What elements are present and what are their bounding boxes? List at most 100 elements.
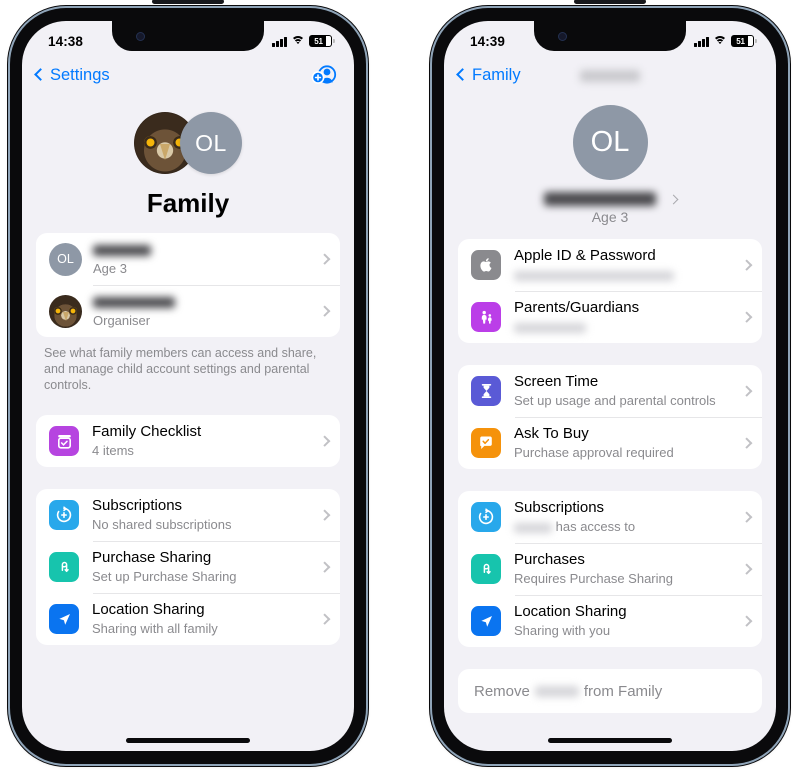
battery-icon: 51 [731,35,757,47]
battery-level: 51 [736,36,745,46]
apple-logo-icon [471,250,501,280]
parents-guardians-icon [471,302,501,332]
page-title: Family [146,188,230,218]
controls-card: Screen Time Set up usage and parental co… [458,365,762,469]
table-row-subscriptions[interactable]: Subscriptions has access to [458,491,762,543]
scroll-content[interactable]: OL Age 3 Apple ID & Password Parents/Gua… [444,95,776,751]
row-title: Ask To Buy [514,425,589,442]
row-text: Organiser [93,292,313,330]
row-subtitle: Purchase approval required [514,445,674,460]
chevron-right-icon [318,613,330,625]
back-button-family[interactable]: Family [456,65,521,85]
row-subtitle: 4 items [92,443,134,458]
table-row-purchases[interactable]: Purchases Requires Purchase Sharing [458,543,762,595]
row-title: Purchases [514,551,585,568]
avatar-initials: OL [180,112,242,174]
member-subtitle: Age 3 [93,261,127,276]
row-title: Parents/Guardians [514,299,640,316]
member-name-redacted [93,292,313,311]
member-name-redacted [543,192,656,206]
footnote-text: See what family members can access and s… [44,346,317,392]
checklist-card: Family Checklist 4 items [36,415,340,467]
back-button-label: Family [472,65,521,84]
nav-title-redacted [580,67,640,84]
chevron-right-icon [318,305,330,317]
cellular-signal-icon [694,36,709,47]
battery-icon: 51 [309,35,335,47]
table-row-member-organiser[interactable]: Organiser [36,285,340,337]
row-text: Purchases Requires Purchase Sharing [514,550,735,588]
chevron-right-icon [668,194,678,204]
home-indicator[interactable] [126,738,250,743]
row-title: Location Sharing [514,603,627,620]
purchase-sharing-icon [471,554,501,584]
location-sharing-icon [49,604,79,634]
row-text: Age 3 [93,240,313,278]
home-indicator[interactable] [548,738,672,743]
row-title: Apple ID & Password [514,247,656,264]
row-text: Purchase Sharing Set up Purchase Sharing [92,548,313,586]
chevron-right-icon [318,253,330,265]
row-title: Screen Time [514,373,599,390]
remove-suffix: from Family [583,682,663,700]
row-title: Subscriptions [514,499,605,516]
row-subtitle-redacted [514,318,735,336]
row-title: Subscriptions [92,497,183,514]
remove-label: Remove from Family [474,682,662,701]
screen-time-icon [471,376,501,406]
row-subtitle: Requires Purchase Sharing [514,571,673,586]
clock: 14:39 [470,33,506,49]
table-row-ask-to-buy[interactable]: Ask To Buy Purchase approval required [458,417,762,469]
clock: 14:38 [48,33,84,49]
table-row-member-child[interactable]: OL Age 3 [36,233,340,285]
row-title: Location Sharing [92,601,205,618]
chevron-right-icon [318,435,330,447]
table-row-location-sharing[interactable]: Location Sharing Sharing with you [458,595,762,647]
back-button-settings[interactable]: Settings [34,65,110,85]
scroll-content[interactable]: OL Family OL Age 3 Organiser See what fa… [22,95,354,751]
wifi-icon [291,35,305,47]
table-row-subscriptions[interactable]: Subscriptions No shared subscriptions [36,489,340,541]
add-person-button[interactable] [311,63,337,87]
cellular-signal-icon [272,36,287,47]
row-text: Ask To Buy Purchase approval required [514,424,735,462]
table-row-location-sharing[interactable]: Location Sharing Sharing with all family [36,593,340,645]
row-subtitle: Set up Purchase Sharing [92,569,237,584]
table-row-family-checklist[interactable]: Family Checklist 4 items [36,415,340,467]
row-title: Family Checklist [92,423,202,440]
chevron-right-icon [740,511,752,523]
earpiece-speaker [574,0,646,4]
notch [534,21,686,51]
row-text: Subscriptions No shared subscriptions [92,496,313,534]
subscriptions-icon [471,502,501,532]
avatar: OL [49,242,82,276]
chevron-left-icon [34,68,47,81]
status-indicators: 51 [694,35,757,47]
row-text: Subscriptions has access to [514,498,735,536]
table-row-screen-time[interactable]: Screen Time Set up usage and parental co… [458,365,762,417]
phone-family-overview: 14:38 51 Settings OL Family OL Age 3 Org… [10,0,366,764]
back-button-label: Settings [50,65,110,84]
chevron-right-icon [318,561,330,573]
table-row-apple-id-password[interactable]: Apple ID & Password [458,239,762,291]
row-text: Location Sharing Sharing with all family [92,600,313,638]
chevron-right-icon [318,509,330,521]
row-subtitle: Sharing with you [514,623,611,638]
row-subtitle: No shared subscriptions [92,517,232,532]
remove-from-family-button[interactable]: Remove from Family [458,669,762,713]
chevron-right-icon [740,437,752,449]
member-name-redacted [93,240,313,259]
table-row-parents-guardians[interactable]: Parents/Guardians [458,291,762,343]
subscriptions-icon [49,500,79,530]
row-text: Parents/Guardians [514,298,735,336]
member-hero: OL Age 3 [444,95,776,225]
remove-card: Remove from Family [458,669,762,713]
chevron-right-icon [740,311,752,323]
table-row-purchase-sharing[interactable]: Purchase Sharing Set up Purchase Sharing [36,541,340,593]
row-subtitle: Set up usage and parental controls [514,393,716,408]
row-text: Apple ID & Password [514,246,735,284]
avatar [49,294,82,328]
phone-member-detail: 14:39 51 Family OL Age 3 Apple ID & Pass… [432,0,788,764]
chevron-right-icon [740,563,752,575]
member-name-row[interactable] [444,192,776,206]
